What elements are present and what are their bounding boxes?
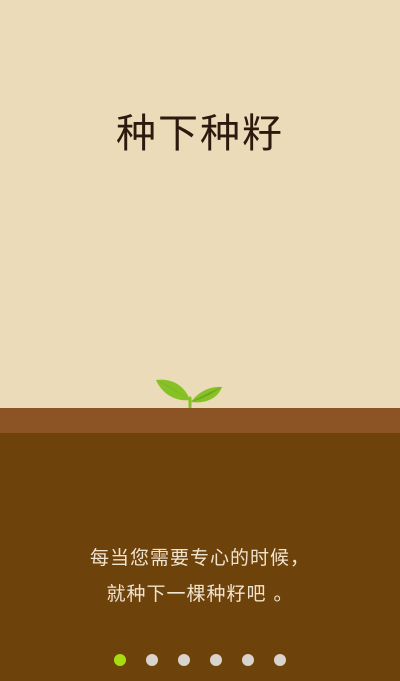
page-dot-3[interactable] [178,654,190,666]
page-title: 种下种籽 [116,111,284,157]
page-dot-2[interactable] [146,654,158,666]
page-dot-6[interactable] [274,654,286,666]
description-line-2: 就种下一棵种籽吧 。 [106,583,294,605]
topsoil-band [0,408,400,433]
background-panel [0,0,400,408]
page-dot-5[interactable] [242,654,254,666]
page-indicator [114,654,286,667]
page-dot-4[interactable] [210,654,222,666]
description-line-1: 每当您需要专心的时候， [89,547,310,569]
page-dot-1[interactable] [114,654,126,666]
